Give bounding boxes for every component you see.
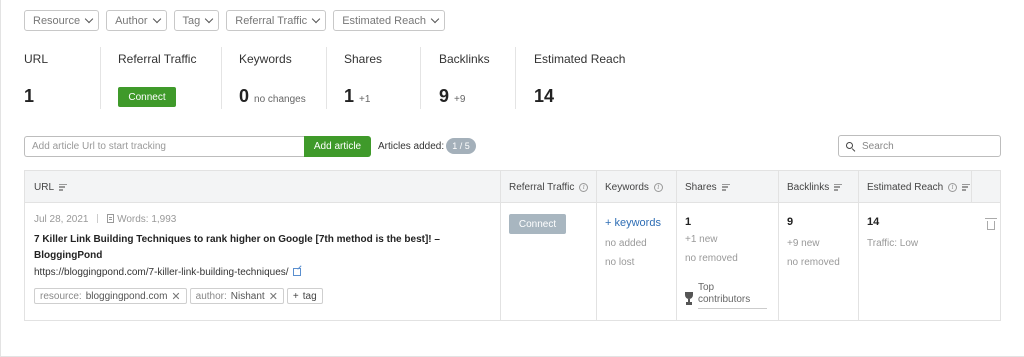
referral-cell: Connect bbox=[509, 214, 566, 234]
articles-table: URL Referral Traffic i Keywords i Shares B… bbox=[24, 170, 1001, 321]
filter-label: Author bbox=[115, 14, 148, 27]
column-header-estimated-reach[interactable]: Estimated Reach i bbox=[858, 171, 971, 203]
connect-button[interactable]: Connect bbox=[118, 87, 176, 107]
column-header-keywords[interactable]: Keywords i bbox=[596, 171, 663, 203]
chevron-down-icon bbox=[84, 14, 94, 24]
add-article-button[interactable]: Add article bbox=[304, 136, 371, 157]
plus-icon: + bbox=[292, 290, 299, 302]
filter-author[interactable]: Author bbox=[106, 10, 167, 31]
divider bbox=[515, 47, 516, 109]
column-divider bbox=[596, 171, 597, 320]
shares-new: +1 new bbox=[685, 234, 718, 245]
column-header-shares[interactable]: Shares bbox=[676, 171, 730, 203]
column-divider bbox=[971, 171, 972, 203]
column-divider bbox=[676, 171, 677, 320]
metric-label: Shares bbox=[344, 52, 383, 66]
filter-referral-traffic[interactable]: Referral Traffic bbox=[226, 10, 327, 31]
backlinks-value: 9 bbox=[787, 216, 794, 228]
chevron-down-icon bbox=[152, 14, 161, 24]
reach-value: 14 bbox=[867, 216, 880, 228]
filter-label: Resource bbox=[33, 14, 81, 27]
metric-change: no changes bbox=[254, 94, 306, 105]
column-divider bbox=[778, 171, 779, 320]
metric-change: +1 bbox=[359, 94, 371, 105]
metric-value: 1 +1 bbox=[344, 86, 371, 106]
table-header: URL Referral Traffic i Keywords i Shares B… bbox=[25, 171, 1000, 203]
backlinks-new: +9 new bbox=[787, 238, 820, 249]
article-word-count: Words: 1,993 bbox=[117, 214, 177, 225]
column-header-backlinks[interactable]: Backlinks bbox=[778, 171, 843, 203]
sort-icon bbox=[721, 183, 730, 191]
metric-label: Backlinks bbox=[439, 52, 490, 66]
info-icon: i bbox=[579, 182, 589, 192]
add-tag-button[interactable]: + tag bbox=[286, 288, 323, 304]
metric-label: URL bbox=[24, 52, 49, 66]
shares-removed: no removed bbox=[685, 253, 738, 264]
shares-value: 1 bbox=[685, 216, 692, 228]
keywords-lost: no lost bbox=[605, 257, 635, 268]
chevron-down-icon bbox=[311, 14, 321, 24]
metric-value: 0 no changes bbox=[239, 86, 306, 106]
backlinks-removed: no removed bbox=[787, 257, 840, 268]
filter-resource[interactable]: Resource bbox=[24, 10, 100, 31]
sort-icon bbox=[59, 183, 68, 191]
metric-value: 14 bbox=[534, 86, 555, 106]
reach-traffic: Traffic: Low bbox=[867, 238, 919, 249]
top-contributors-link[interactable]: Top contributors bbox=[698, 282, 767, 309]
filter-estimated-reach[interactable]: Estimated Reach bbox=[333, 10, 445, 31]
divider bbox=[221, 47, 222, 109]
document-icon bbox=[107, 214, 115, 223]
metric-value: 1 bbox=[24, 86, 35, 106]
add-keywords-link[interactable]: + keywords bbox=[605, 217, 661, 229]
sort-icon bbox=[962, 183, 971, 191]
close-icon[interactable]: ✕ bbox=[171, 290, 180, 303]
column-divider bbox=[858, 171, 859, 320]
row-connect-button[interactable]: Connect bbox=[509, 214, 566, 234]
article-tags: resource: bloggingpond.com ✕ author: Nishant… bbox=[34, 288, 326, 304]
column-divider bbox=[500, 171, 501, 320]
close-icon[interactable]: ✕ bbox=[269, 290, 278, 303]
filter-bar: Resource Author Tag Referral Traffic Est… bbox=[24, 10, 445, 31]
tag-chip-resource[interactable]: resource: bloggingpond.com ✕ bbox=[34, 288, 187, 304]
divider bbox=[100, 47, 101, 109]
chevron-down-icon bbox=[430, 14, 440, 24]
filter-label: Referral Traffic bbox=[235, 14, 308, 27]
article-title: 7 Killer Link Building Techniques to ran… bbox=[34, 234, 440, 261]
chevron-down-icon bbox=[205, 14, 214, 24]
search-input[interactable]: Search bbox=[838, 135, 1001, 157]
filter-label: Tag bbox=[182, 14, 201, 27]
keywords-added: no added bbox=[605, 238, 647, 249]
tag-chip-author[interactable]: author: Nishant ✕ bbox=[189, 288, 284, 304]
external-link-icon[interactable] bbox=[292, 268, 301, 276]
metric-label: Estimated Reach bbox=[534, 52, 626, 66]
trophy-icon bbox=[685, 292, 693, 302]
sort-icon bbox=[834, 183, 843, 191]
article-url[interactable]: https://bloggingpond.com/7-killer-link-b… bbox=[34, 267, 301, 278]
trash-icon[interactable] bbox=[985, 218, 997, 230]
filter-tag[interactable]: Tag bbox=[173, 10, 220, 31]
divider bbox=[326, 47, 327, 109]
column-header-url[interactable]: URL bbox=[25, 171, 68, 203]
metric-label: Referral Traffic bbox=[118, 52, 197, 66]
filter-label: Estimated Reach bbox=[342, 14, 426, 27]
info-icon: i bbox=[948, 182, 958, 192]
metric-change: +9 bbox=[454, 94, 466, 105]
search-icon bbox=[846, 141, 856, 152]
articles-added-label: Articles added: bbox=[378, 141, 445, 152]
search-placeholder: Search bbox=[862, 140, 894, 152]
articles-added-badge: 1 / 5 bbox=[446, 138, 476, 154]
metric-value: 9 +9 bbox=[439, 86, 466, 106]
info-icon: i bbox=[653, 182, 663, 192]
article-date: Jul 28, 2021 bbox=[34, 214, 89, 225]
metric-label: Keywords bbox=[239, 52, 292, 66]
column-header-referral-traffic[interactable]: Referral Traffic i bbox=[500, 171, 589, 203]
article-meta: Jul 28, 2021 Words: 1,993 bbox=[34, 214, 176, 225]
article-url-input[interactable]: Add article Url to start tracking bbox=[24, 136, 305, 157]
divider bbox=[420, 47, 421, 109]
metrics-summary: URL 1 Referral Traffic Connect Keywords … bbox=[0, 47, 1024, 117]
